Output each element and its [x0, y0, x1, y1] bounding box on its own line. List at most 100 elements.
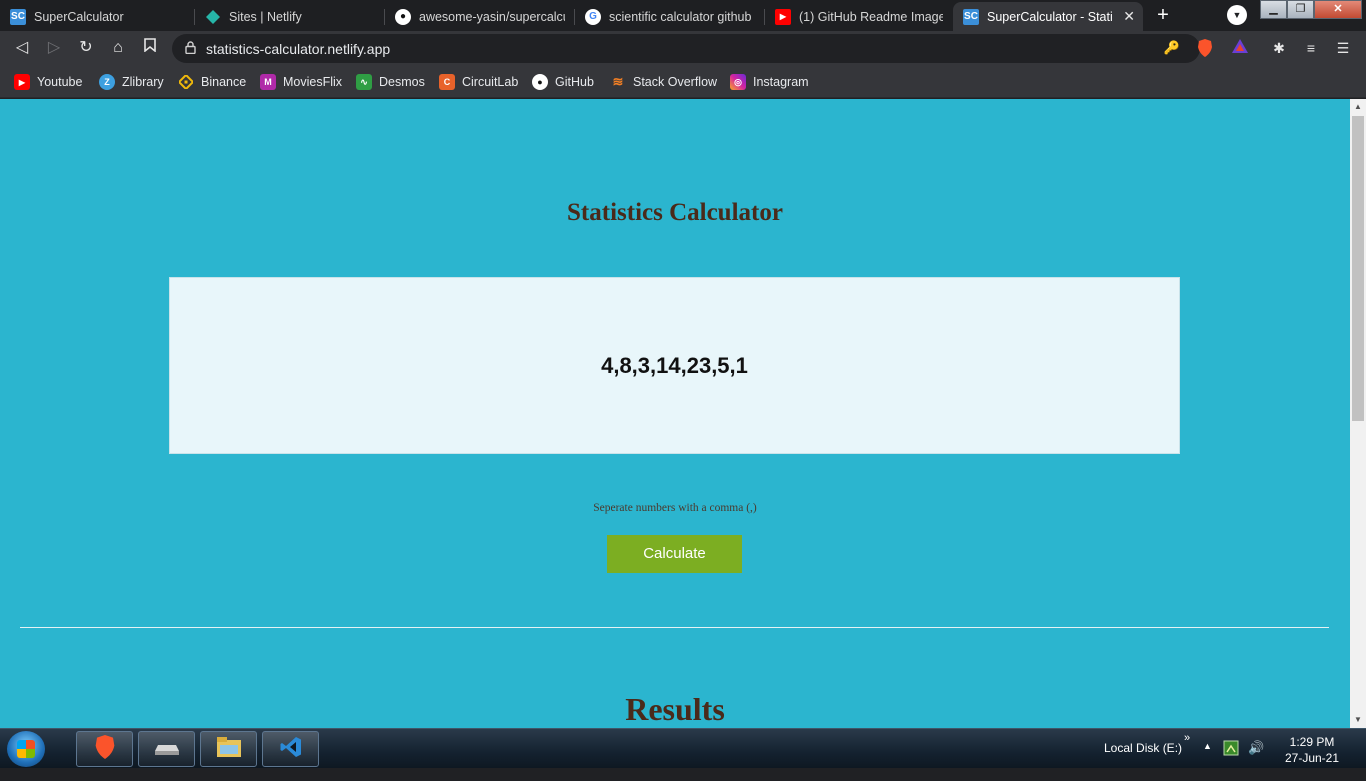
- show-hidden-icons-icon[interactable]: ▲: [1203, 741, 1212, 781]
- taskbar-brave[interactable]: [76, 731, 133, 767]
- taskbar-file-explorer[interactable]: [200, 731, 257, 767]
- maximize-button[interactable]: ❐: [1287, 0, 1314, 19]
- stackoverflow-icon: ≋: [612, 74, 624, 89]
- browser-toolbar: ◁ ▷ ↻ ⌂ statistics-calculator.netlify.ap…: [0, 31, 1366, 66]
- bookmark-icon[interactable]: [140, 38, 160, 58]
- bookmark-label: Zlibrary: [122, 75, 164, 89]
- tab-strip: SC SuperCalculator Sites | Netlify ● awe…: [0, 0, 1366, 31]
- github-icon: ●: [532, 74, 548, 90]
- youtube-icon: ▶: [775, 8, 791, 25]
- bookmark-label: Stack Overflow: [633, 75, 718, 89]
- bookmark-instagram[interactable]: ◎ Instagram: [730, 72, 809, 92]
- desmos-icon: ∿: [356, 74, 372, 90]
- results-heading: Results: [625, 691, 725, 727]
- page-title: Statistics Calculator: [567, 199, 783, 226]
- menu-icon[interactable]: ☰: [1334, 39, 1352, 57]
- moviesflix-icon: M: [260, 74, 276, 90]
- scrollbar-thumb[interactable]: [1352, 116, 1364, 421]
- tab-title: (1) GitHub Readme Images T: [799, 9, 943, 24]
- bookmark-label: Binance: [201, 75, 247, 89]
- back-icon[interactable]: ◁: [12, 38, 32, 58]
- bookmark-zlibrary[interactable]: Z Zlibrary: [99, 72, 164, 92]
- tab-statistics-calculator[interactable]: SC SuperCalculator - Statist ✕: [953, 2, 1143, 31]
- bookmark-desmos[interactable]: ∿ Desmos: [356, 72, 425, 92]
- bookmark-circuitlab[interactable]: C CircuitLab: [439, 72, 518, 92]
- taskbar-vscode[interactable]: [262, 731, 319, 767]
- brave-icon: [94, 734, 116, 764]
- tab-google-search[interactable]: G scientific calculator github - (: [575, 2, 765, 31]
- key-icon[interactable]: 🔑: [1164, 40, 1180, 56]
- drive-icon: [154, 737, 180, 762]
- file-explorer-icon: [216, 736, 242, 763]
- bookmark-label: GitHub: [555, 75, 594, 89]
- supercalculator-icon: SC: [963, 8, 979, 25]
- bookmark-label: MoviesFlix: [283, 75, 343, 89]
- bookmark-youtube[interactable]: ▶ Youtube: [14, 72, 82, 92]
- tray-chevron-icon[interactable]: »: [1184, 732, 1190, 772]
- bookmark-label: Desmos: [379, 75, 425, 89]
- system-clock[interactable]: 1:29 PM 27-Jun-21: [1276, 734, 1348, 766]
- chevron-down-icon[interactable]: ▼: [1227, 5, 1247, 25]
- bookmark-moviesflix[interactable]: M MoviesFlix: [260, 72, 342, 92]
- start-button[interactable]: [7, 731, 45, 767]
- windows-logo-icon: [17, 740, 35, 758]
- google-icon: G: [585, 8, 601, 25]
- scroll-up-icon[interactable]: ▲: [1350, 99, 1366, 115]
- close-tab-icon[interactable]: ✕: [1123, 8, 1135, 25]
- taskbar: Local Disk (E:) » ▲ 🔊 1:29 PM 27-Jun-21: [0, 728, 1366, 768]
- bookmarks-bar: ▶ Youtube Z Zlibrary Binance M MoviesFli…: [0, 66, 1366, 98]
- bookmark-label: Youtube: [37, 75, 83, 89]
- tab-title: awesome-yasin/supercalcula: [419, 9, 565, 24]
- github-icon: ●: [395, 8, 411, 25]
- calculate-button[interactable]: Calculate: [607, 535, 742, 573]
- bookmark-github[interactable]: ● GitHub: [532, 72, 594, 92]
- tab-supercalculator[interactable]: SC SuperCalculator: [0, 2, 195, 31]
- lock-icon: [185, 41, 199, 55]
- tab-title: Sites | Netlify: [229, 9, 302, 24]
- page-scrollbar[interactable]: ▲ ▼: [1350, 99, 1366, 728]
- brave-rewards-icon[interactable]: [1231, 39, 1249, 57]
- numbers-input[interactable]: 4,8,3,14,23,5,1: [169, 277, 1180, 454]
- bookmark-stackoverflow[interactable]: ≋ Stack Overflow: [610, 72, 718, 92]
- taskbar-drive[interactable]: [138, 731, 195, 767]
- volume-icon[interactable]: 🔊: [1248, 740, 1264, 780]
- extensions-icon[interactable]: ✱: [1270, 39, 1288, 57]
- tab-github-repo[interactable]: ● awesome-yasin/supercalcula: [385, 2, 575, 31]
- address-bar[interactable]: statistics-calculator.netlify.app 🔑: [172, 34, 1200, 63]
- instagram-icon: ◎: [730, 74, 746, 90]
- bookmark-label: Instagram: [753, 75, 809, 89]
- url-text: statistics-calculator.netlify.app: [206, 41, 391, 57]
- youtube-icon: ▶: [14, 74, 30, 90]
- tab-title: SuperCalculator: [34, 9, 124, 24]
- bookmark-binance[interactable]: Binance: [178, 72, 246, 92]
- network-icon[interactable]: [1223, 740, 1239, 780]
- close-window-button[interactable]: ✕: [1314, 0, 1362, 19]
- input-hint: Seperate numbers with a comma (,): [593, 502, 757, 514]
- section-divider: [20, 627, 1329, 628]
- reload-icon[interactable]: ↻: [76, 38, 96, 58]
- tab-netlify[interactable]: Sites | Netlify: [195, 2, 385, 31]
- page-content: Statistics Calculator 4,8,3,14,23,5,1 Se…: [0, 99, 1350, 728]
- binance-icon: [178, 74, 194, 90]
- tab-youtube[interactable]: ▶ (1) GitHub Readme Images T: [765, 2, 953, 31]
- clock-time: 1:29 PM: [1289, 735, 1335, 749]
- tray-drive-label[interactable]: Local Disk (E:): [1104, 741, 1182, 781]
- brave-shields-icon[interactable]: [1196, 39, 1214, 57]
- scroll-down-icon[interactable]: ▼: [1350, 712, 1366, 728]
- minimize-button[interactable]: ▁: [1260, 0, 1287, 19]
- new-tab-button[interactable]: +: [1152, 5, 1174, 27]
- zlibrary-icon: Z: [99, 74, 115, 90]
- netlify-icon: [205, 9, 221, 25]
- numbers-input-value: 4,8,3,14,23,5,1: [601, 352, 748, 378]
- media-controls-icon[interactable]: ≡: [1302, 39, 1320, 57]
- tab-title: SuperCalculator - Statist: [987, 9, 1113, 24]
- supercalculator-icon: SC: [10, 8, 26, 25]
- tab-title: scientific calculator github - (: [609, 9, 755, 24]
- clock-date: 27-Jun-21: [1284, 751, 1340, 765]
- forward-icon[interactable]: ▷: [44, 38, 64, 58]
- bookmark-label: CircuitLab: [462, 75, 519, 89]
- vscode-icon: [280, 736, 302, 763]
- home-icon[interactable]: ⌂: [108, 38, 128, 58]
- circuitlab-icon: C: [439, 74, 455, 90]
- window-controls: ▁ ❐ ✕: [1260, 0, 1362, 19]
